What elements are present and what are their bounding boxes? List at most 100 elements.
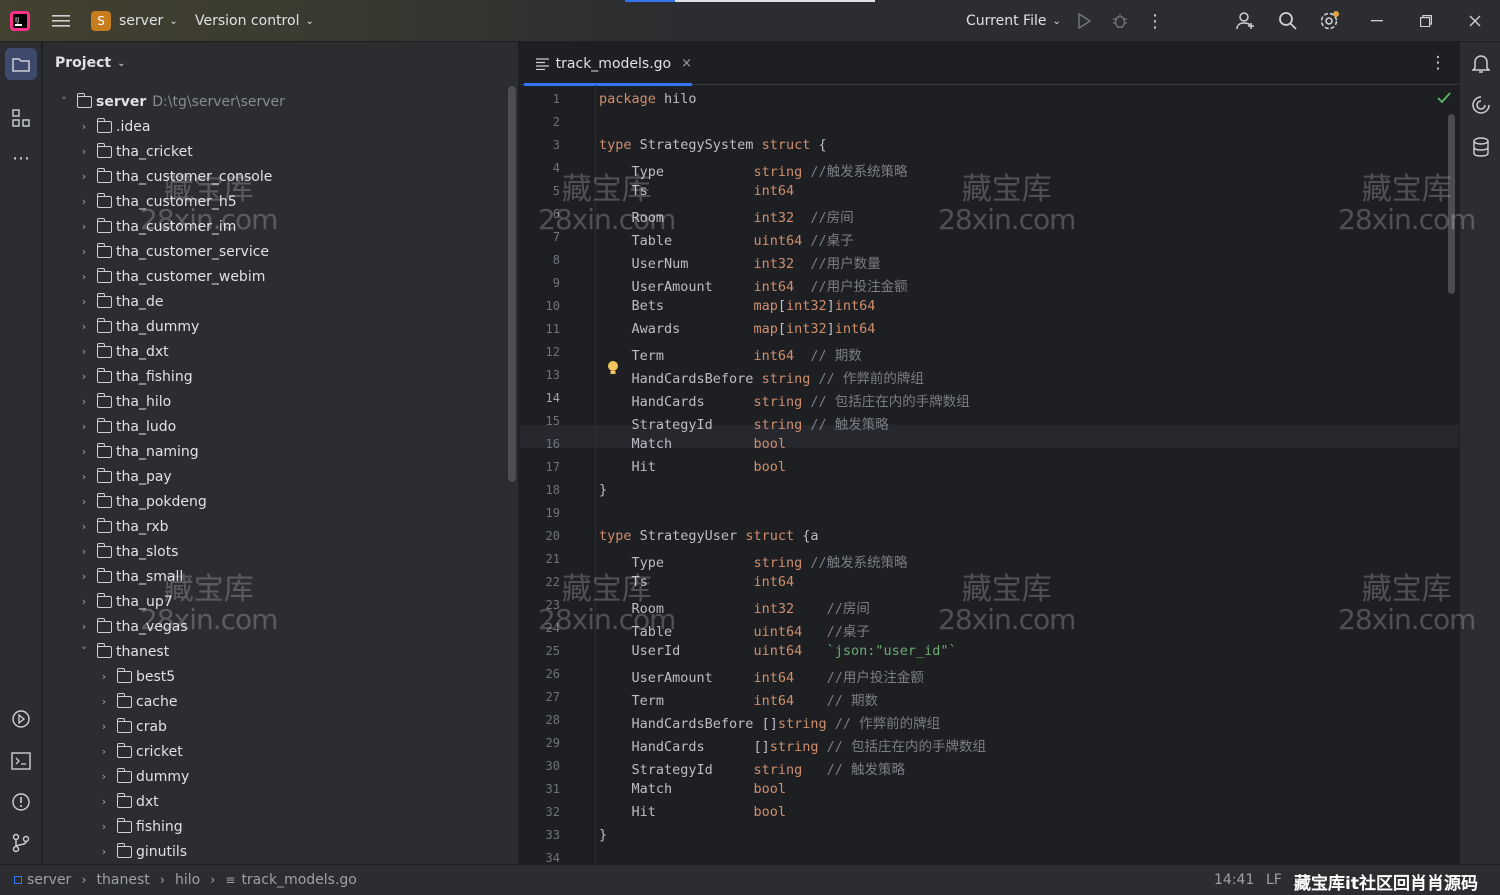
chevron-right-icon[interactable]: › <box>77 545 91 558</box>
database-icon[interactable] <box>1469 135 1493 159</box>
tree-item[interactable]: › tha_fishing <box>77 364 193 389</box>
breadcrumb-item[interactable]: track_models.go <box>241 872 356 888</box>
tree-item[interactable]: › tha_customer_console <box>77 164 272 189</box>
code-line[interactable]: type StrategySystem struct { <box>599 137 827 153</box>
project-panel-header[interactable]: Project ⌄ <box>43 42 518 84</box>
tree-item[interactable]: › dummy <box>97 764 189 789</box>
code-line[interactable]: Term int64 // 期数 <box>599 344 862 364</box>
code-line[interactable]: } <box>599 482 607 498</box>
tree-item[interactable]: › best5 <box>97 664 175 689</box>
code-line[interactable]: StrategyId string // 触发策略 <box>599 758 905 778</box>
project-switcher[interactable]: S server ⌄ <box>91 0 178 42</box>
code-line[interactable]: Match bool <box>599 436 786 452</box>
code-line[interactable]: Room int32 //房间 <box>599 597 870 617</box>
tree-item[interactable]: ˅ thanest <box>77 639 169 664</box>
tree-item[interactable]: › cache <box>97 689 177 714</box>
chevron-right-icon[interactable]: › <box>77 170 91 183</box>
close-icon[interactable] <box>1464 10 1486 32</box>
chevron-down-icon[interactable]: ˅ <box>77 645 91 658</box>
chevron-right-icon[interactable]: › <box>97 670 111 683</box>
code-line[interactable]: Term int64 // 期数 <box>599 689 878 709</box>
chevron-right-icon[interactable]: › <box>77 595 91 608</box>
tree-item[interactable]: › tha_pokdeng <box>77 489 207 514</box>
chevron-right-icon[interactable]: › <box>77 345 91 358</box>
chevron-right-icon[interactable]: › <box>77 470 91 483</box>
code-line[interactable]: type StrategyUser struct {a <box>599 528 818 544</box>
git-branch-icon[interactable] <box>5 827 37 859</box>
tree-item[interactable]: › fishing <box>97 814 183 839</box>
chevron-right-icon[interactable]: › <box>97 845 111 858</box>
code-line[interactable]: Ts int64 <box>599 183 795 199</box>
code-line[interactable]: UserAmount int64 //用户投注金额 <box>599 275 908 295</box>
tree-item[interactable]: › tha_up7 <box>77 589 173 614</box>
code-line[interactable]: StrategyId string // 触发策略 <box>599 413 889 433</box>
tree-item[interactable]: › tha_dummy <box>77 314 199 339</box>
editor-scrollbar[interactable] <box>1448 114 1455 294</box>
tab-track-models-go[interactable]: track_models.go × <box>524 42 692 86</box>
tree-item[interactable]: › tha_customer_h5 <box>77 189 237 214</box>
code-line[interactable]: Type string //触发系统策略 <box>599 160 908 180</box>
problems-icon[interactable] <box>5 786 37 818</box>
code-line[interactable]: Bets map[int32]int64 <box>599 298 876 314</box>
tree-root[interactable]: ˅ server D:\tg\server\server <box>57 89 285 114</box>
tree-item[interactable]: › ginutils <box>97 839 187 864</box>
chevron-right-icon[interactable]: › <box>97 695 111 708</box>
vcs-menu[interactable]: Version control ⌄ <box>195 0 314 42</box>
structure-icon[interactable] <box>5 102 37 134</box>
tree-item[interactable]: › .idea <box>77 114 150 139</box>
tree-item[interactable]: › tha_customer_service <box>77 239 269 264</box>
chevron-down-icon[interactable]: ˅ <box>57 95 71 108</box>
chevron-right-icon[interactable]: › <box>77 295 91 308</box>
code-line[interactable]: Awards map[int32]int64 <box>599 321 876 337</box>
tree-item[interactable]: › tha_rxb <box>77 514 169 539</box>
tree-item[interactable]: › tha_naming <box>77 439 199 464</box>
ai-assistant-icon[interactable] <box>1469 93 1493 117</box>
chevron-right-icon[interactable]: › <box>77 395 91 408</box>
breadcrumb-item[interactable]: thanest <box>97 872 150 888</box>
code-line[interactable]: HandCardsBefore string // 作弊前的牌组 <box>599 367 924 387</box>
tree-item[interactable]: › tha_hilo <box>77 389 171 414</box>
tab-close-icon[interactable]: × <box>681 56 692 71</box>
chevron-right-icon[interactable]: › <box>77 320 91 333</box>
chevron-right-icon[interactable]: › <box>77 370 91 383</box>
main-menu-icon[interactable] <box>48 9 74 33</box>
breadcrumb-item[interactable]: server <box>27 872 71 888</box>
services-icon[interactable] <box>5 703 37 735</box>
code-line[interactable]: Ts int64 <box>599 574 795 590</box>
code-line[interactable]: Table uint64 //桌子 <box>599 229 854 249</box>
chevron-right-icon[interactable]: › <box>77 570 91 583</box>
tree-item[interactable]: › crab <box>97 714 167 739</box>
more-actions-icon[interactable]: ⋮ <box>1144 10 1166 32</box>
code-line[interactable]: Type string //触发系统策略 <box>599 551 908 571</box>
tree-item[interactable]: › dxt <box>97 789 159 814</box>
code-line[interactable]: HandCards []string // 包括庄在内的手牌数组 <box>599 735 987 755</box>
chevron-right-icon[interactable]: › <box>97 770 111 783</box>
restore-icon[interactable] <box>1415 10 1437 32</box>
code-line[interactable]: Hit bool <box>599 459 786 475</box>
chevron-right-icon[interactable]: › <box>77 220 91 233</box>
terminal-icon[interactable] <box>5 745 37 777</box>
code-line[interactable]: Match bool <box>599 781 786 797</box>
tree-item[interactable]: › tha_dxt <box>77 339 169 364</box>
line-separator[interactable]: LF <box>1266 872 1282 888</box>
search-icon[interactable] <box>1276 9 1300 33</box>
debug-icon[interactable] <box>1109 10 1131 32</box>
tree-item[interactable]: › tha_customer_webim <box>77 264 265 289</box>
chevron-right-icon[interactable]: › <box>77 120 91 133</box>
add-user-icon[interactable] <box>1234 9 1258 33</box>
code-line[interactable]: package hilo <box>599 91 697 107</box>
chevron-right-icon[interactable]: › <box>77 620 91 633</box>
tree-item[interactable]: › tha_de <box>77 289 163 314</box>
minimize-icon[interactable] <box>1366 10 1388 32</box>
tree-item[interactable]: › tha_ludo <box>77 414 176 439</box>
editor-options-icon[interactable]: ⋮ <box>1428 53 1448 73</box>
project-scrollbar[interactable] <box>508 86 516 482</box>
project-tool-icon[interactable] <box>5 48 37 80</box>
chevron-right-icon[interactable]: › <box>77 520 91 533</box>
tree-item[interactable]: › tha_pay <box>77 464 172 489</box>
code-line[interactable]: UserNum int32 //用户数量 <box>599 252 881 272</box>
code-line[interactable]: HandCards string // 包括庄在内的手牌数组 <box>599 390 970 410</box>
chevron-right-icon[interactable]: › <box>77 145 91 158</box>
tree-item[interactable]: › tha_slots <box>77 539 178 564</box>
caret-position[interactable]: 14:41 <box>1214 872 1254 888</box>
